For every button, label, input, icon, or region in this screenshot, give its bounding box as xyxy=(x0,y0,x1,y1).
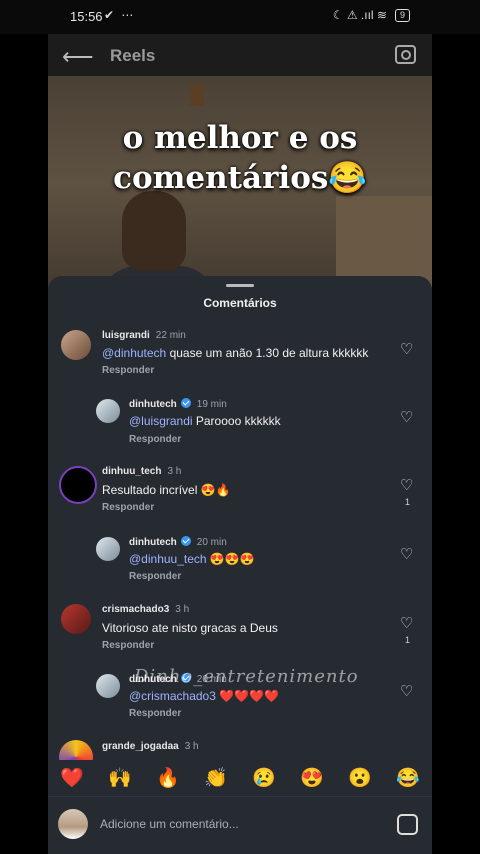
comment-text: Resultado incrível 😍🔥 xyxy=(102,483,231,497)
reply-button[interactable]: Responder xyxy=(102,502,154,513)
emoji-cry-button[interactable]: 😢 xyxy=(252,766,276,790)
comments-sheet: Comentários luisgrandi 22 min @dinhutech … xyxy=(48,276,432,854)
emoji-heart-button[interactable]: ❤️ xyxy=(60,766,84,790)
comment-text: @dinhutech quase um anão 1.30 de altura … xyxy=(102,346,368,360)
mention-link[interactable]: @crismachado3 xyxy=(129,689,216,703)
comment-time: 19 min xyxy=(196,399,227,410)
clock: 15:56 xyxy=(70,9,103,24)
username-text: luisgrandi xyxy=(102,330,150,341)
avatar[interactable] xyxy=(96,537,120,561)
username-text: dinhuu_tech xyxy=(102,466,162,477)
comment-time: 22 min xyxy=(155,330,186,341)
username-text: crismachado3 xyxy=(102,604,170,615)
comment-username[interactable]: crismachado3 3 h xyxy=(102,604,189,615)
comment-username[interactable]: dinhutech 20 min xyxy=(129,536,227,548)
comment-body: Resultado incrível 😍🔥 xyxy=(102,483,231,497)
like-count: 1 xyxy=(405,635,411,645)
mention-link[interactable]: @dinhuu_tech xyxy=(129,552,207,566)
video-caption: o melhor e os comentários😂 xyxy=(48,118,432,198)
comment-time: 3 h xyxy=(167,466,182,477)
like-count: 1 xyxy=(405,497,411,507)
reply-button[interactable]: Responder xyxy=(129,571,181,582)
watermark: Dinho_entretenimento xyxy=(134,666,359,687)
notification-icons: ✔ ⋯ xyxy=(104,8,136,22)
person-head xyxy=(122,191,186,271)
comment-text: @dinhuu_tech 😍😍😍 xyxy=(129,552,255,566)
current-user-avatar xyxy=(58,809,88,839)
comment-body: Vitorioso ate nisto gracas a Deus xyxy=(102,621,278,635)
emoji-fire-button[interactable]: 🔥 xyxy=(156,766,180,790)
sheet-title: Comentários xyxy=(203,296,277,310)
heart-icon[interactable]: ♡ xyxy=(400,682,413,700)
heart-icon[interactable]: ♡ xyxy=(400,408,413,426)
avatar[interactable] xyxy=(96,399,120,423)
comment-body: Paroooo kkkkkk xyxy=(192,414,281,428)
comment-username[interactable]: dinhutech 19 min xyxy=(129,398,227,410)
emoji-wow-button[interactable]: 😮 xyxy=(348,766,372,790)
reply-button[interactable]: Responder xyxy=(102,365,154,376)
emoji-clap-button[interactable]: 👏 xyxy=(204,766,228,790)
heart-icon[interactable]: ♡ xyxy=(400,545,413,563)
camera-icon[interactable] xyxy=(395,45,416,64)
arrow-left-icon[interactable]: ⟵ xyxy=(62,44,94,70)
comment-text: Vitorioso ate nisto gracas a Deus xyxy=(102,621,278,635)
battery-icon: 9 xyxy=(394,8,410,22)
system-status-icons: ☾ ⚠ .ııl ≋ xyxy=(332,8,387,22)
heart-icon[interactable]: ♡ xyxy=(400,614,413,632)
heart-icon[interactable]: ♡ xyxy=(400,476,413,494)
page-title: Reels xyxy=(110,46,156,65)
verified-badge-icon xyxy=(180,536,191,546)
app-bar: ⟵ Reels xyxy=(48,34,432,76)
reply-button[interactable]: Responder xyxy=(102,640,154,651)
comment-text: @luisgrandi Paroooo kkkkkk xyxy=(129,414,281,428)
emoji-laugh-button[interactable]: 😂 xyxy=(396,766,420,790)
emoji-quick-bar: ❤️ 🙌 🔥 👏 😢 😍 😮 😂 xyxy=(48,760,432,796)
comment-body: ❤️❤️❤️❤️ xyxy=(215,689,279,703)
verified-badge-icon xyxy=(180,398,191,408)
reply-button[interactable]: Responder xyxy=(129,434,181,445)
lamp-shape xyxy=(190,84,204,106)
caption-line-1: o melhor e os xyxy=(122,120,358,156)
mention-link[interactable]: @luisgrandi xyxy=(129,414,193,428)
mention-link[interactable]: @dinhutech xyxy=(102,346,166,360)
heart-icon[interactable]: ♡ xyxy=(400,340,413,358)
status-bar: 15:56 ✔ ⋯ ☾ ⚠ .ııl ≋ 9 xyxy=(0,0,480,34)
comment-body: quase um anão 1.30 de altura kkkkkk xyxy=(166,346,369,360)
emoji-heart-eyes-button[interactable]: 😍 xyxy=(300,766,324,790)
username-text: dinhutech xyxy=(129,537,177,548)
comment-text: @crismachado3 ❤️❤️❤️❤️ xyxy=(129,689,279,703)
drag-handle[interactable] xyxy=(226,284,254,287)
comment-input-bar: Adicione um comentário... xyxy=(48,796,432,854)
system-icons: ☾ ⚠ .ııl ≋ 9 xyxy=(333,8,410,22)
comment-time: 20 min xyxy=(196,537,227,548)
emoji-raised-hands-button[interactable]: 🙌 xyxy=(108,766,132,790)
app-screen: ⟵ Reels o melhor e os comentários😂 Comen… xyxy=(48,34,432,854)
avatar[interactable] xyxy=(96,674,120,698)
comment-time: 3 h xyxy=(175,604,190,615)
avatar[interactable] xyxy=(59,466,97,504)
comment-username[interactable]: grande_jogadaa 3 h xyxy=(102,741,199,752)
avatar[interactable] xyxy=(61,330,91,360)
sticker-icon[interactable] xyxy=(397,814,418,835)
username-text: dinhutech xyxy=(129,399,177,410)
caption-line-2: comentários😂 xyxy=(113,160,367,196)
username-text: grande_jogadaa xyxy=(102,741,179,752)
comment-time: 3 h xyxy=(184,741,199,752)
reply-button[interactable]: Responder xyxy=(129,708,181,719)
comment-username[interactable]: luisgrandi 22 min xyxy=(102,330,186,341)
comment-input[interactable]: Adicione um comentário... xyxy=(100,817,239,831)
comment-body: 😍😍😍 xyxy=(206,552,255,566)
avatar[interactable] xyxy=(61,604,91,634)
comment-username[interactable]: dinhuu_tech 3 h xyxy=(102,466,181,477)
